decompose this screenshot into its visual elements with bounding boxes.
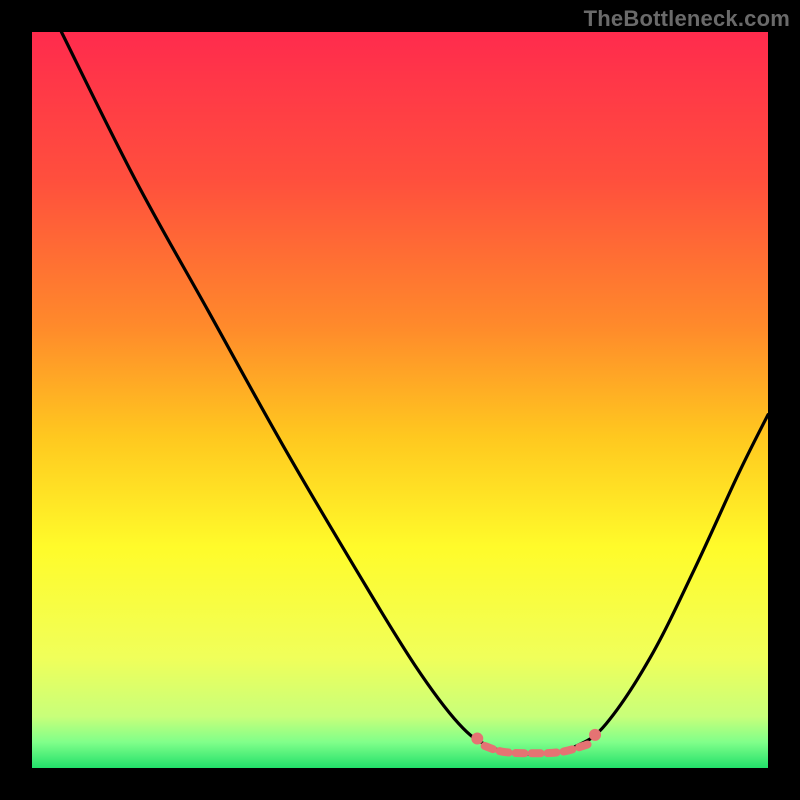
highlight-dot [471, 733, 483, 745]
bottleneck-chart [0, 0, 800, 800]
plot-background [32, 32, 768, 768]
chart-wrapper: TheBottleneck.com [0, 0, 800, 800]
highlight-dot [589, 729, 601, 741]
attribution-text: TheBottleneck.com [584, 6, 790, 32]
